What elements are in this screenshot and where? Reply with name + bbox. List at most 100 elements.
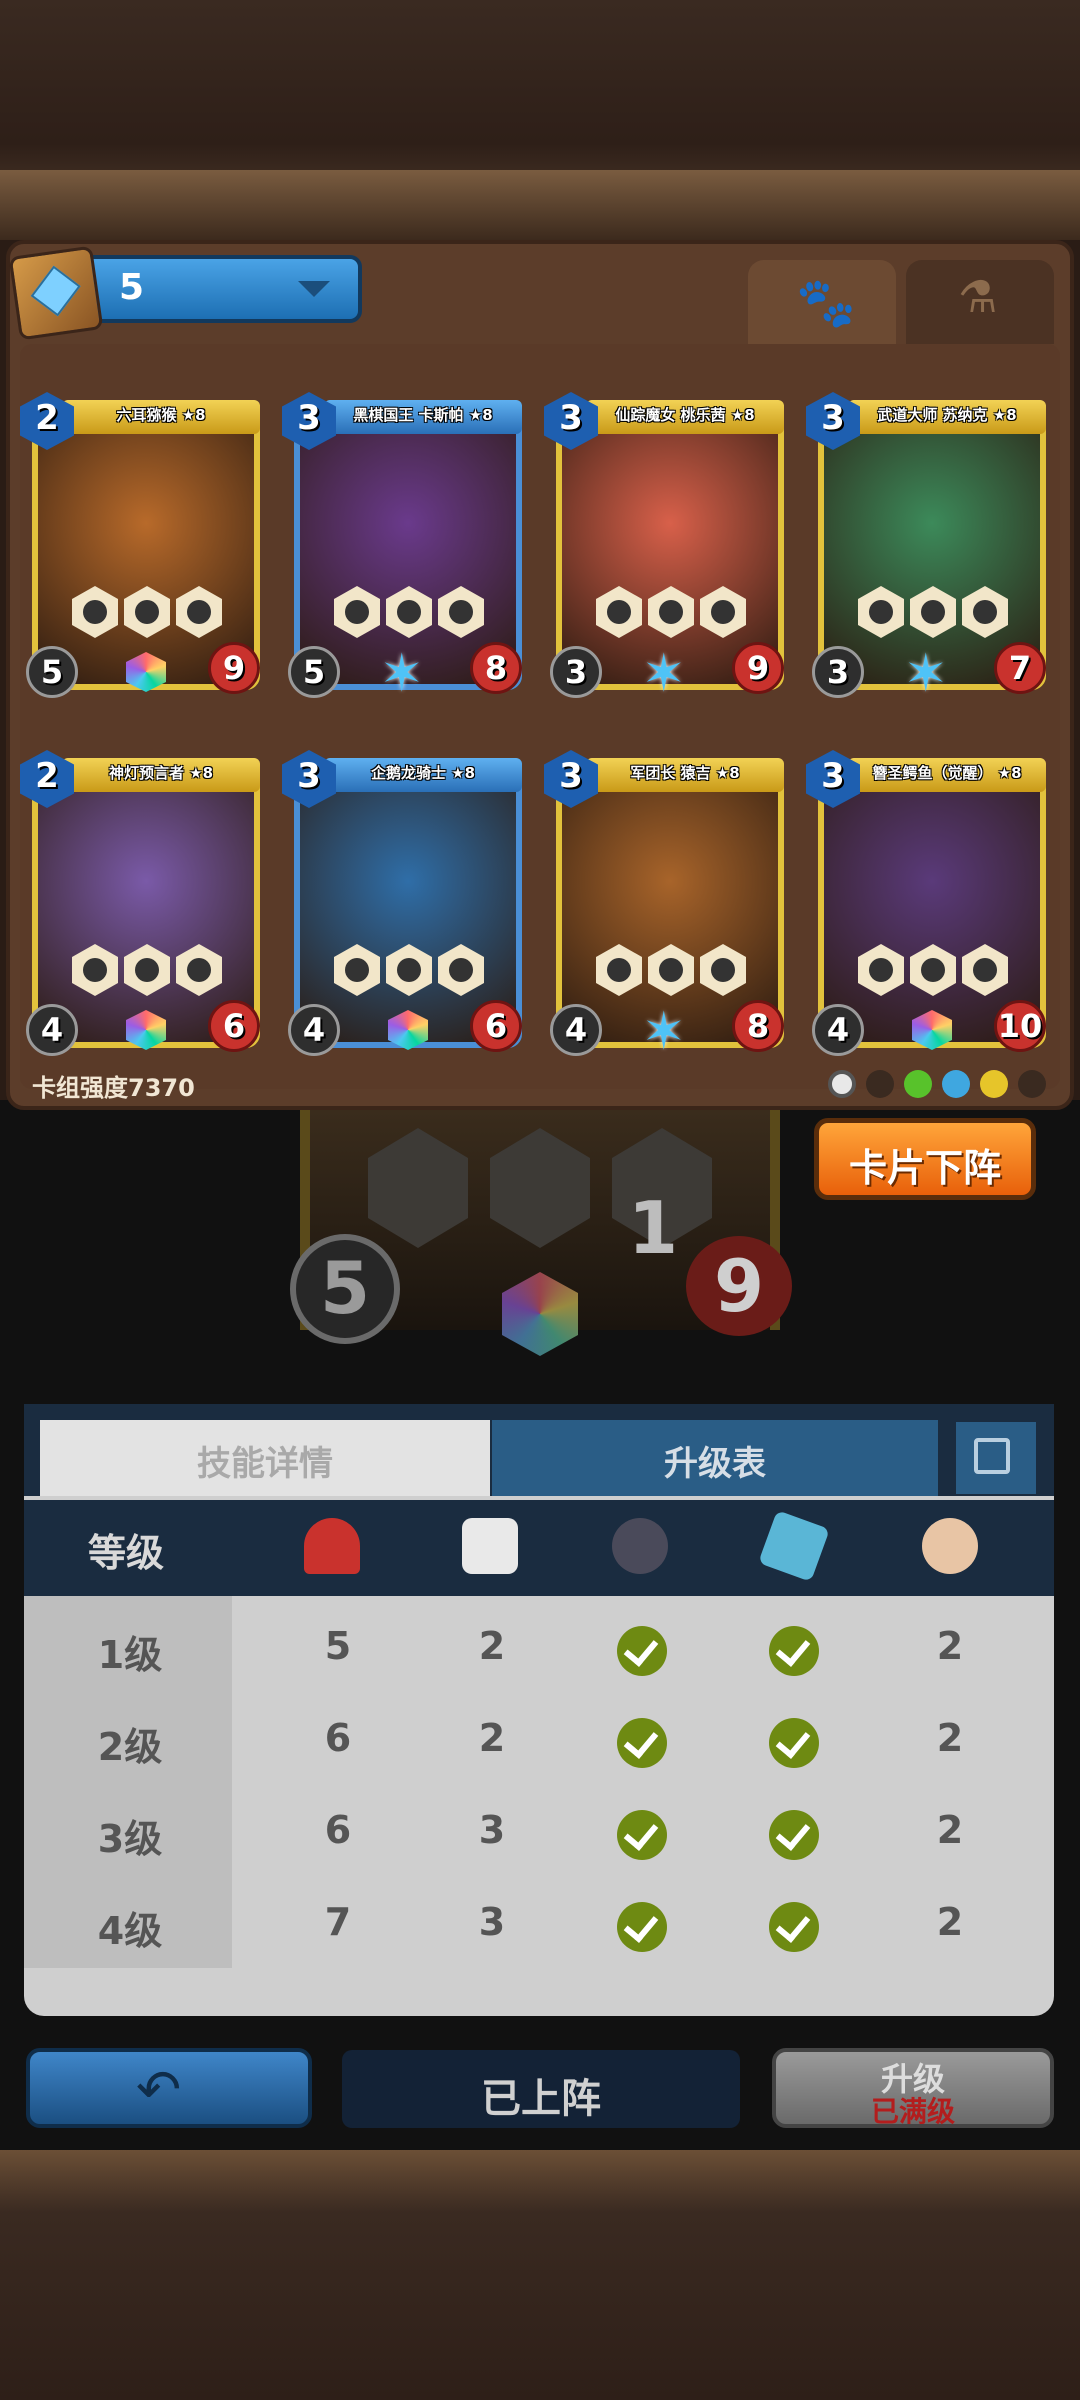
deck-card[interactable]: 黑棋国王 卡斯帕 ★8 3 5 8 ✶ (282, 390, 522, 700)
deck-strength: 卡组强度7370 (32, 1074, 195, 1102)
card-name: 黑棋国王 卡斯帕 ★8 (353, 406, 493, 424)
card-cost-value: 2 (35, 398, 59, 438)
card-name-ribbon: 黑棋国王 卡斯帕 ★8 (324, 400, 522, 434)
rarity-star-icon: ✶ (642, 644, 686, 704)
tab-potions[interactable]: ⚗ (906, 260, 1054, 344)
card-cost-value: 3 (297, 398, 321, 438)
preview-hp-stat: 9 (686, 1236, 792, 1336)
tab-skill-details[interactable]: 技能详情 (40, 1420, 490, 1496)
card-cost-value: 3 (559, 756, 583, 796)
paw-icon: 🐾 (796, 275, 856, 331)
card-dice-stat: 3 (550, 646, 602, 698)
deck-card[interactable]: 六耳猕猴 ★8 2 5 9 (20, 390, 260, 700)
filter-water-icon[interactable] (942, 1070, 970, 1098)
deck-card[interactable]: 武道大师 苏纳克 ★8 3 3 7 ✶ (806, 390, 1046, 700)
row-level: 2级 (97, 1725, 163, 1769)
filter-all-icon[interactable] (828, 1070, 856, 1098)
card-hp-stat: 8 (732, 1000, 784, 1052)
check-icon (769, 1626, 819, 1676)
filter-fire-icon[interactable] (1018, 1070, 1046, 1098)
deck-selector[interactable]: 5 (8, 245, 362, 341)
unequip-card-label: 卡片下阵 (848, 1146, 1001, 1190)
card-dice-stat: 4 (812, 1004, 864, 1056)
row-dice: 3 (478, 1808, 506, 1852)
deck-number: 5 (119, 267, 145, 308)
deployed-label: 已上阵 (481, 2076, 601, 2122)
row-level: 3级 (97, 1817, 163, 1861)
monkey-icon (922, 1518, 978, 1574)
row-hp: 7 (324, 1900, 352, 1944)
upgrade-status: 已满级 (870, 2095, 955, 2128)
filter-dark-icon[interactable] (866, 1070, 894, 1098)
card-hp-stat: 10 (994, 1000, 1046, 1052)
card-name-ribbon: 神灯预言者 ★8 (62, 758, 260, 792)
card-cost-value: 3 (297, 756, 321, 796)
bottom-background (0, 2150, 1080, 2400)
card-hp-stat: 9 (208, 642, 260, 694)
check-icon (617, 1718, 667, 1768)
tab-upgrade-label: 升级表 (664, 1444, 766, 1484)
potion-icon: ⚗ (958, 272, 998, 323)
row-level: 1级 (97, 1633, 163, 1677)
card-dice-stat: 4 (26, 1004, 78, 1056)
card-name: 企鹅龙骑士 ★8 (370, 764, 476, 782)
chevron-down-icon (298, 281, 330, 297)
card-dice-stat: 5 (26, 646, 78, 698)
dice-icon (462, 1518, 518, 1574)
card-hp-stat: 9 (732, 642, 784, 694)
card-name: 仙踪魔女 桃乐茜 ★8 (615, 406, 755, 424)
card-name: 六耳猕猴 ★8 (116, 406, 206, 424)
tab-upgrade-table[interactable]: 升级表 (492, 1420, 938, 1496)
deck-card[interactable]: 仙踪魔女 桃乐茜 ★8 3 3 9 ✶ (544, 390, 784, 700)
card-dice-stat: 3 (812, 646, 864, 698)
card-name-ribbon: 仙踪魔女 桃乐茜 ★8 (586, 400, 784, 434)
card-name-ribbon: 武道大师 苏纳克 ★8 (848, 400, 1046, 434)
rarity-star-icon: ✶ (380, 644, 424, 704)
card-name-ribbon: 企鹅龙骑士 ★8 (324, 758, 522, 792)
row-monkey: 2 (936, 1900, 964, 1944)
row-dice: 2 (478, 1624, 506, 1668)
card-name-ribbon: 簪圣鳄鱼（觉醒） ★8 (848, 758, 1046, 792)
preview-dice-stat: 5 (290, 1234, 400, 1344)
card-name: 簪圣鳄鱼（觉醒） ★8 (872, 764, 1022, 782)
upgrade-button[interactable]: 升级 已满级 (772, 2048, 1054, 2128)
card-name: 军团长 猿吉 ★8 (630, 764, 740, 782)
row-dice: 2 (478, 1716, 506, 1760)
unequip-card-button[interactable]: 卡片下阵 (814, 1118, 1036, 1200)
card-name-ribbon: 军团长 猿吉 ★8 (586, 758, 784, 792)
card-hp-stat: 8 (470, 642, 522, 694)
back-arrow-icon: ↶ (136, 2058, 182, 2121)
top-background (0, 0, 1080, 240)
deck-card[interactable]: 军团长 猿吉 ★8 3 4 8 ✶ (544, 748, 784, 1058)
card-hp-stat: 6 (208, 1000, 260, 1052)
row-level: 4级 (97, 1909, 163, 1953)
check-icon (769, 1810, 819, 1860)
share-button[interactable] (956, 1422, 1036, 1494)
row-monkey: 2 (936, 1716, 964, 1760)
card-hp-stat: 6 (470, 1000, 522, 1052)
tab-creatures[interactable]: 🐾 (748, 260, 896, 344)
row-monkey: 2 (936, 1808, 964, 1852)
header-level: 等级 (88, 1531, 165, 1575)
bomb-icon (612, 1518, 668, 1574)
deployed-button[interactable]: 已上阵 (342, 2050, 740, 2128)
back-button[interactable]: ↶ (26, 2048, 312, 2128)
deck-card[interactable]: 企鹅龙骑士 ★8 3 4 6 (282, 748, 522, 1058)
card-cost-value: 3 (559, 398, 583, 438)
card-cost-value: 2 (35, 756, 59, 796)
rarity-star-icon: ✶ (904, 644, 948, 704)
tab-skill-label: 技能详情 (197, 1444, 333, 1484)
heart-icon (304, 1518, 360, 1574)
row-dice: 3 (478, 1900, 506, 1944)
deck-card[interactable]: 簪圣鳄鱼（觉醒） ★8 3 4 10 (806, 748, 1046, 1058)
check-icon (617, 1810, 667, 1860)
filter-light-icon[interactable] (980, 1070, 1008, 1098)
card-dice-stat: 4 (550, 1004, 602, 1056)
card-dice-stat: 5 (288, 646, 340, 698)
card-hp-stat: 7 (994, 642, 1046, 694)
check-icon (769, 1902, 819, 1952)
check-icon (617, 1626, 667, 1676)
deck-card[interactable]: 神灯预言者 ★8 2 4 6 (20, 748, 260, 1058)
filter-nature-icon[interactable] (904, 1070, 932, 1098)
check-icon (617, 1902, 667, 1952)
